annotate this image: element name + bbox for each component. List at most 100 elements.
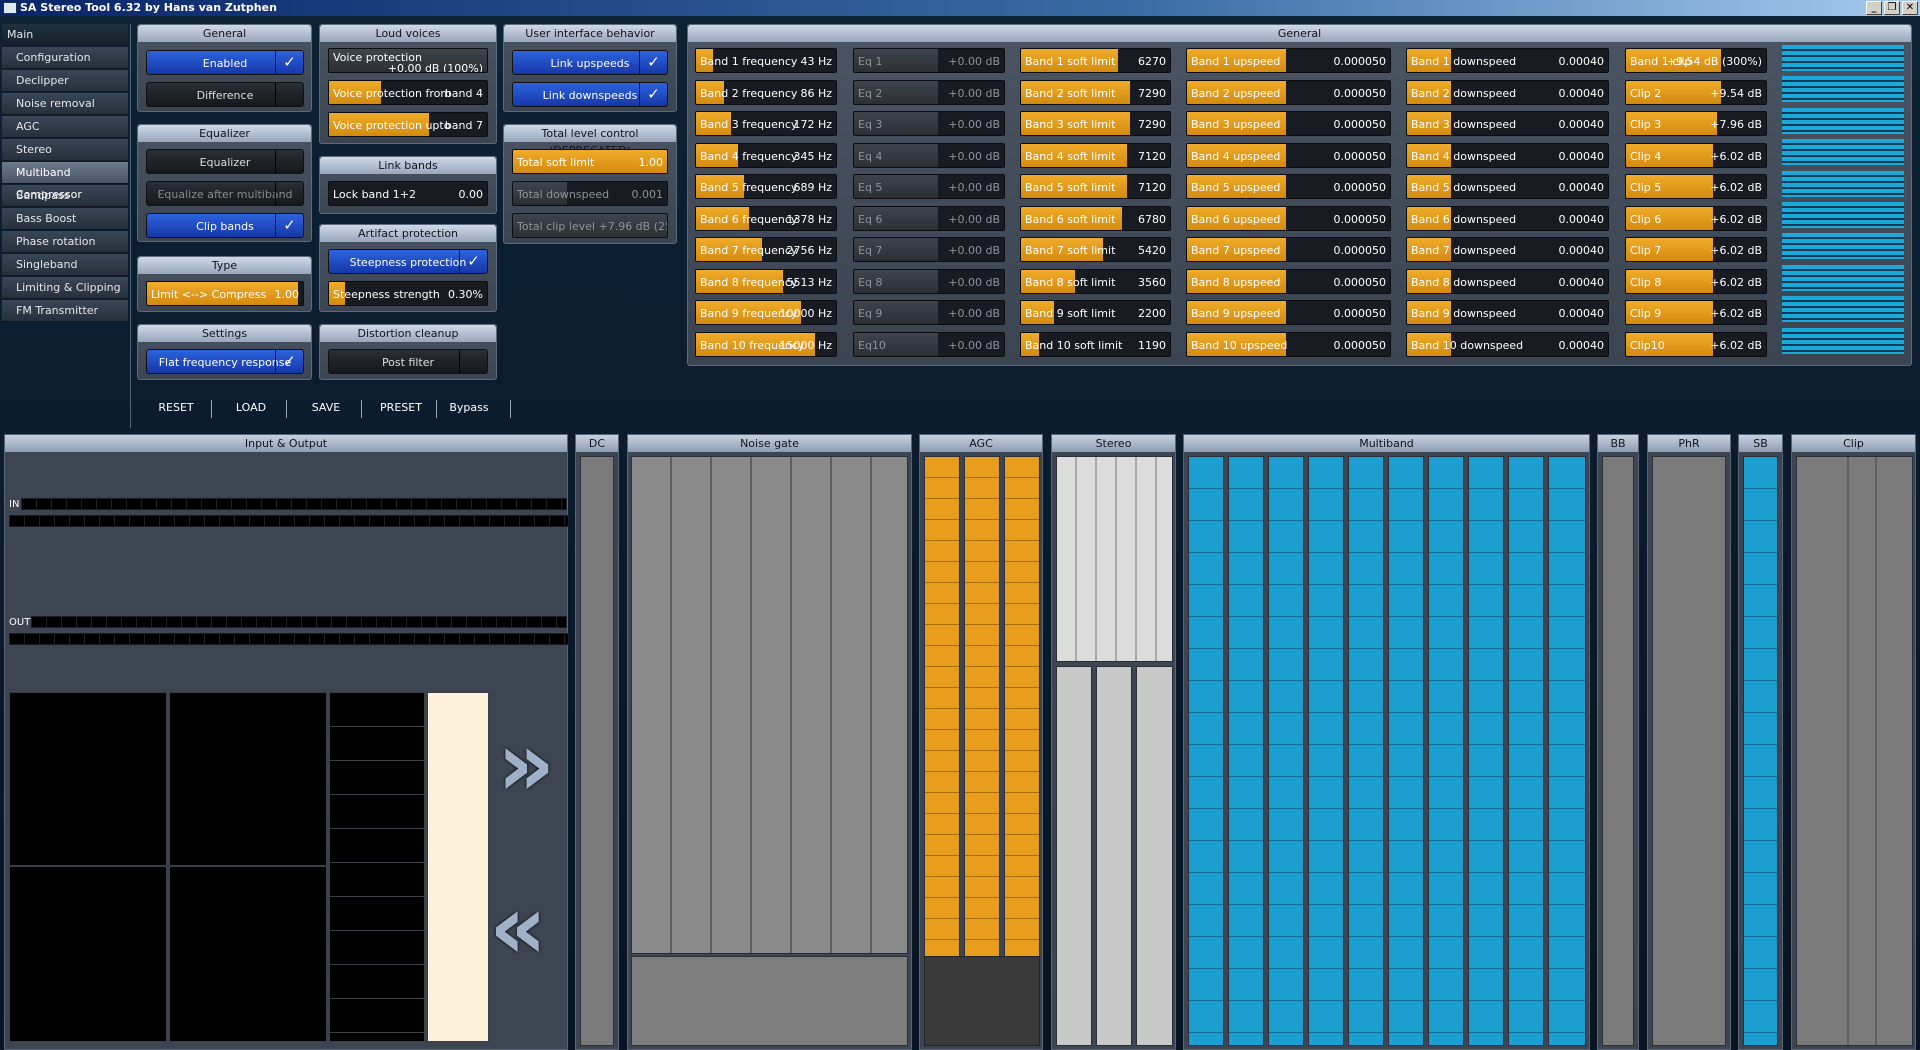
band-upspeed-slider[interactable]: Band 8 upspeed 0.000050 bbox=[1186, 268, 1391, 294]
sidebar-item-noise-removal[interactable]: Noise removal bbox=[2, 93, 128, 115]
band-upspeed-slider[interactable]: Band 10 upspeed 0.000050 bbox=[1186, 331, 1391, 357]
back-arrow-icon[interactable]: « bbox=[489, 883, 547, 973]
difference-toggle[interactable]: Difference bbox=[146, 82, 304, 107]
voice-protection-upto-slider[interactable]: Voice protection upto band 7 bbox=[328, 112, 488, 137]
sidebar-item-agc[interactable]: AGC bbox=[2, 116, 128, 138]
band-upspeed-slider[interactable]: Band 4 upspeed 0.000050 bbox=[1186, 142, 1391, 168]
band-clip-slider[interactable]: Band 1 clip +9.54 dB (300%) bbox=[1625, 48, 1767, 73]
lock-band-slider[interactable]: Lock band 1+2 0.00 bbox=[328, 181, 488, 206]
band-soft-limit-slider[interactable]: Band 3 soft limit 7290 bbox=[1020, 111, 1171, 136]
band-eq-slider[interactable]: Eq 5 +0.00 dB bbox=[853, 174, 1005, 199]
sidebar-item-bass-boost[interactable]: Bass Boost bbox=[2, 208, 128, 230]
maximize-button[interactable]: ❐ bbox=[1884, 1, 1900, 15]
band-downspeed-slider[interactable]: Band 7 downspeed 0.00040 bbox=[1406, 237, 1609, 262]
band-soft-limit-slider[interactable]: Band 7 soft limit 5420 bbox=[1020, 237, 1171, 262]
band-eq-slider[interactable]: Eq 6 +0.00 dB bbox=[853, 205, 1005, 231]
forward-arrow-icon[interactable]: » bbox=[497, 720, 555, 810]
band-upspeed-slider[interactable]: Band 5 upspeed 0.000050 bbox=[1186, 174, 1391, 199]
sidebar-item-phase-rotation[interactable]: Phase rotation bbox=[2, 231, 128, 253]
band-clip-slider[interactable]: Clip 7 +6.02 dB bbox=[1625, 237, 1767, 262]
band-clip-slider[interactable]: Clip 8 +6.02 dB bbox=[1625, 268, 1767, 294]
band-downspeed-slider[interactable]: Band 1 downspeed 0.00040 bbox=[1406, 48, 1609, 73]
sidebar-item-bandpass[interactable]: Bandpass bbox=[2, 185, 128, 207]
band-downspeed-slider[interactable]: Band 6 downspeed 0.00040 bbox=[1406, 205, 1609, 231]
steepness-strength-slider[interactable]: Steepness strength 0.30% bbox=[328, 281, 488, 306]
load-button[interactable]: LOAD bbox=[216, 398, 286, 418]
steepness-protection-toggle[interactable]: Steepness protection ✓ bbox=[328, 249, 488, 274]
voice-protection-from-slider[interactable]: Voice protection from band 4 bbox=[328, 80, 488, 105]
band-upspeed-slider[interactable]: Band 2 upspeed 0.000050 bbox=[1186, 79, 1391, 105]
band-clip-slider[interactable]: Clip 9 +6.02 dB bbox=[1625, 300, 1767, 325]
sidebar-item-declipper[interactable]: Declipper bbox=[2, 70, 128, 92]
band-downspeed-slider[interactable]: Band 5 downspeed 0.00040 bbox=[1406, 174, 1609, 199]
band-upspeed-slider[interactable]: Band 6 upspeed 0.000050 bbox=[1186, 205, 1391, 231]
clip-bands-toggle[interactable]: Clip bands ✓ bbox=[146, 213, 304, 238]
band-soft-limit-slider[interactable]: Band 4 soft limit 7120 bbox=[1020, 142, 1171, 168]
total-clip-level-slider[interactable]: Total clip level +7.96 dB (250%) bbox=[512, 213, 668, 238]
band-downspeed-slider[interactable]: Band 10 downspeed 0.00040 bbox=[1406, 331, 1609, 357]
link-downspeeds-toggle[interactable]: Link downspeeds ✓ bbox=[512, 82, 668, 107]
band-eq-slider[interactable]: Eq 3 +0.00 dB bbox=[853, 111, 1005, 136]
band-clip-slider[interactable]: Clip 6 +6.02 dB bbox=[1625, 205, 1767, 231]
band-eq-slider[interactable]: Eq 9 +0.00 dB bbox=[853, 300, 1005, 325]
band-eq-slider[interactable]: Eq 1 +0.00 dB bbox=[853, 48, 1005, 73]
band-frequency-slider[interactable]: Band 8 frequency 5513 Hz bbox=[695, 268, 837, 294]
minimize-button[interactable]: _ bbox=[1866, 1, 1882, 15]
equalize-after-multiband-toggle[interactable]: Equalize after multiband bbox=[146, 181, 304, 206]
band-upspeed-slider[interactable]: Band 1 upspeed 0.000050 bbox=[1186, 48, 1391, 73]
post-filter-toggle[interactable]: Post filter bbox=[328, 349, 488, 374]
reset-button[interactable]: RESET bbox=[141, 398, 211, 418]
band-frequency-slider[interactable]: Band 10 frequency 15000 Hz bbox=[695, 331, 837, 357]
total-soft-limit-slider[interactable]: Total soft limit 1.00 bbox=[512, 149, 668, 174]
band-soft-limit-slider[interactable]: Band 1 soft limit 6270 bbox=[1020, 48, 1171, 73]
band-soft-limit-slider[interactable]: Band 10 soft limit 1190 bbox=[1020, 331, 1171, 357]
band-frequency-slider[interactable]: Band 7 frequency 2756 Hz bbox=[695, 237, 837, 262]
band-frequency-slider[interactable]: Band 1 frequency 43 Hz bbox=[695, 48, 837, 73]
link-upspeeds-toggle[interactable]: Link upspeeds ✓ bbox=[512, 50, 668, 75]
total-downspeed-slider[interactable]: Total downspeed 0.001 bbox=[512, 181, 668, 206]
preset-button[interactable]: PRESET bbox=[366, 398, 436, 418]
band-soft-limit-slider[interactable]: Band 9 soft limit 2200 bbox=[1020, 300, 1171, 325]
band-clip-slider[interactable]: Clip 4 +6.02 dB bbox=[1625, 142, 1767, 168]
band-eq-slider[interactable]: Eq 8 +0.00 dB bbox=[853, 268, 1005, 294]
band-eq-slider[interactable]: Eq10 +0.00 dB bbox=[853, 331, 1005, 357]
save-button[interactable]: SAVE bbox=[291, 398, 361, 418]
sidebar-item-main[interactable]: Main bbox=[2, 24, 128, 46]
band-upspeed-slider[interactable]: Band 9 upspeed 0.000050 bbox=[1186, 300, 1391, 325]
band-downspeed-slider[interactable]: Band 3 downspeed 0.00040 bbox=[1406, 111, 1609, 136]
band-soft-limit-slider[interactable]: Band 5 soft limit 7120 bbox=[1020, 174, 1171, 199]
sidebar-item-configuration[interactable]: Configuration bbox=[2, 47, 128, 69]
band-frequency-slider[interactable]: Band 3 frequency 172 Hz bbox=[695, 111, 837, 136]
band-clip-slider[interactable]: Clip10 +6.02 dB bbox=[1625, 331, 1767, 357]
band-clip-slider[interactable]: Clip 3 +7.96 dB bbox=[1625, 111, 1767, 136]
bypass-button[interactable]: Bypass bbox=[439, 398, 499, 418]
sidebar-item-singleband[interactable]: Singleband bbox=[2, 254, 128, 276]
enabled-toggle[interactable]: Enabled ✓ bbox=[146, 50, 304, 75]
band-soft-limit-slider[interactable]: Band 8 soft limit 3560 bbox=[1020, 268, 1171, 294]
sidebar-item-limiting-clipping[interactable]: Limiting & Clipping bbox=[2, 277, 128, 299]
equalizer-toggle[interactable]: Equalizer bbox=[146, 149, 304, 174]
band-upspeed-slider[interactable]: Band 3 upspeed 0.000050 bbox=[1186, 111, 1391, 136]
band-frequency-slider[interactable]: Band 5 frequency 689 Hz bbox=[695, 174, 837, 199]
band-downspeed-slider[interactable]: Band 9 downspeed 0.00040 bbox=[1406, 300, 1609, 325]
band-eq-slider[interactable]: Eq 2 +0.00 dB bbox=[853, 79, 1005, 105]
band-clip-slider[interactable]: Clip 2 +9.54 dB bbox=[1625, 79, 1767, 105]
band-downspeed-slider[interactable]: Band 8 downspeed 0.00040 bbox=[1406, 268, 1609, 294]
band-soft-limit-slider[interactable]: Band 2 soft limit 7290 bbox=[1020, 79, 1171, 105]
sidebar-item-stereo[interactable]: Stereo bbox=[2, 139, 128, 161]
band-frequency-slider[interactable]: Band 6 frequency 1378 Hz bbox=[695, 205, 837, 231]
band-soft-limit-slider[interactable]: Band 6 soft limit 6780 bbox=[1020, 205, 1171, 231]
limit-compress-slider[interactable]: Limit <--> Compress 1.00 bbox=[146, 281, 304, 306]
band-frequency-slider[interactable]: Band 2 frequency 86 Hz bbox=[695, 79, 837, 105]
band-upspeed-slider[interactable]: Band 7 upspeed 0.000050 bbox=[1186, 237, 1391, 262]
close-button[interactable]: ✕ bbox=[1902, 1, 1918, 15]
band-frequency-slider[interactable]: Band 4 frequency 345 Hz bbox=[695, 142, 837, 168]
sidebar-item-multiband-compressor[interactable]: Multiband Compressor bbox=[2, 162, 128, 201]
band-eq-slider[interactable]: Eq 4 +0.00 dB bbox=[853, 142, 1005, 168]
band-frequency-slider[interactable]: Band 9 frequency 10000 Hz bbox=[695, 300, 837, 325]
band-eq-slider[interactable]: Eq 7 +0.00 dB bbox=[853, 237, 1005, 262]
band-clip-slider[interactable]: Clip 5 +6.02 dB bbox=[1625, 174, 1767, 199]
flat-frequency-response-toggle[interactable]: Flat frequency response ✓ bbox=[146, 349, 304, 374]
band-downspeed-slider[interactable]: Band 4 downspeed 0.00040 bbox=[1406, 142, 1609, 168]
sidebar-item-fm-transmitter[interactable]: FM Transmitter bbox=[2, 300, 128, 322]
